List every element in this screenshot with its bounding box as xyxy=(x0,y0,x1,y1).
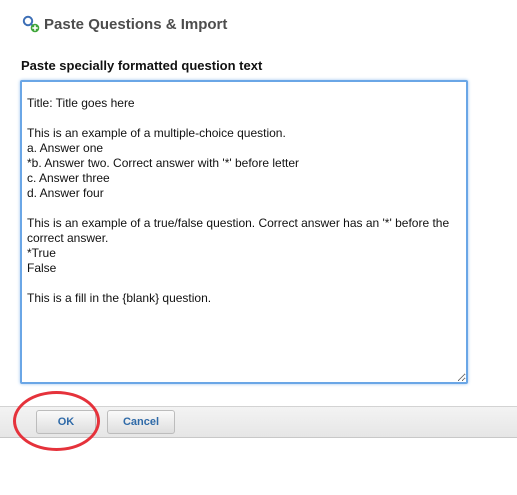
page-header: Paste Questions & Import xyxy=(22,13,227,35)
cancel-button[interactable]: Cancel xyxy=(107,410,175,434)
question-text-container: Title: Title goes here This is an exampl… xyxy=(20,80,468,384)
button-bar: OK Cancel xyxy=(0,406,517,438)
question-text-label: Paste specially formatted question text xyxy=(21,58,263,73)
paste-import-page: Paste Questions & Import Paste specially… xyxy=(0,0,517,495)
ok-button[interactable]: OK xyxy=(36,410,96,434)
page-title: Paste Questions & Import xyxy=(44,15,228,33)
question-text-area[interactable]: Title: Title goes here This is an exampl… xyxy=(20,80,468,384)
question-add-icon xyxy=(22,15,40,33)
